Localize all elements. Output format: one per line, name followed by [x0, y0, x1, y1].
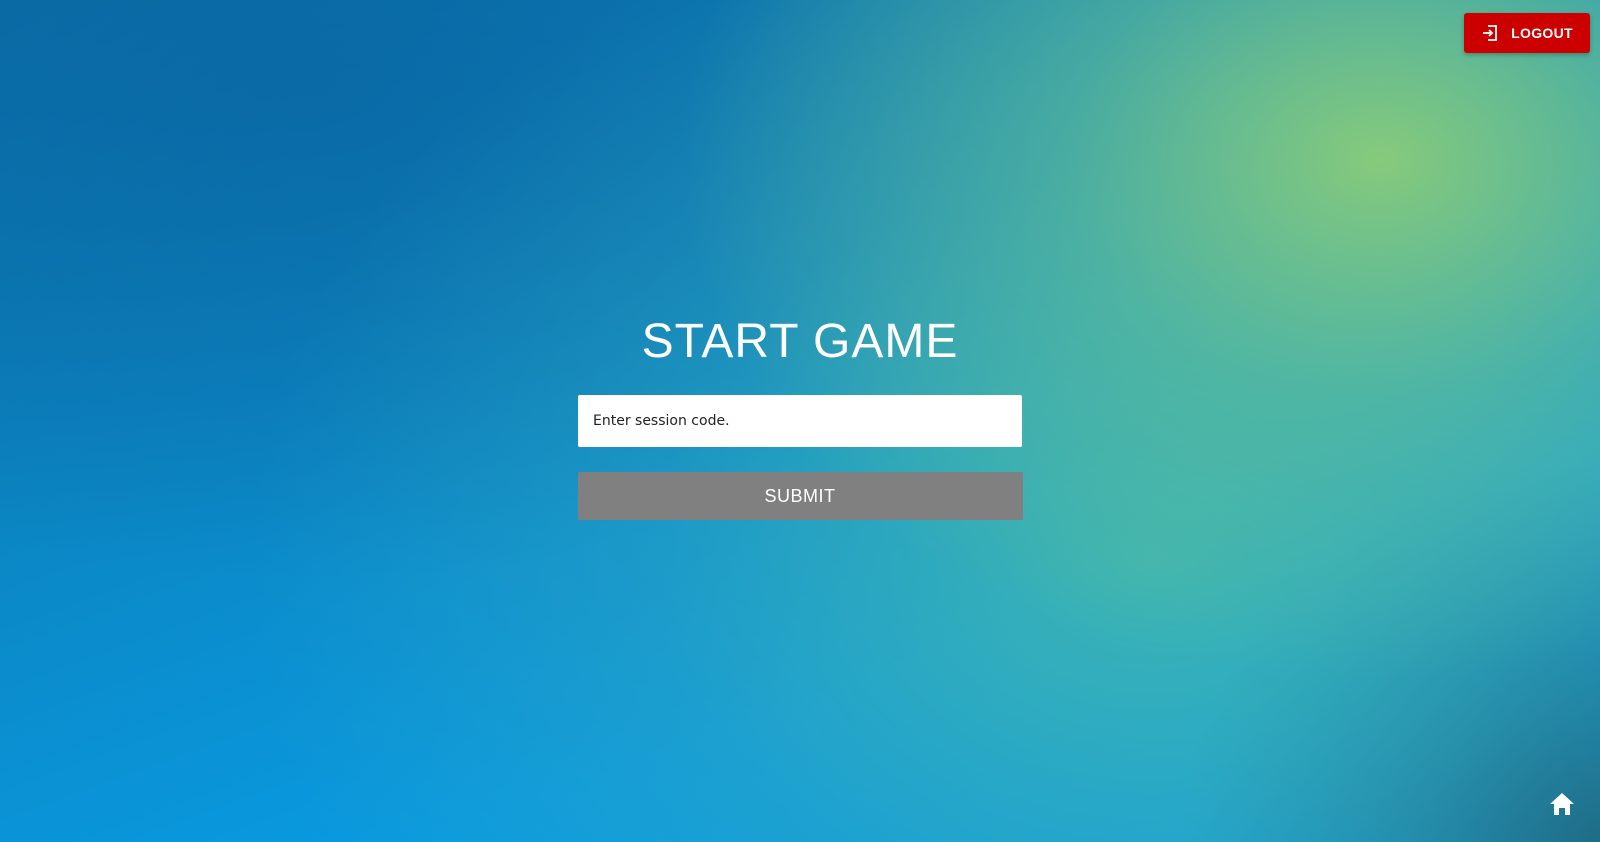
- home-icon: [1550, 793, 1574, 815]
- page-title: START GAME: [641, 315, 959, 368]
- home-button[interactable]: [1548, 790, 1576, 818]
- logout-button[interactable]: LOGOUT: [1464, 13, 1590, 53]
- logout-icon: [1481, 24, 1499, 42]
- logout-label: LOGOUT: [1511, 25, 1573, 41]
- session-code-input[interactable]: [578, 395, 1022, 447]
- start-game-panel: START GAME SUBMIT: [577, 312, 1023, 520]
- submit-button[interactable]: SUBMIT: [577, 472, 1023, 520]
